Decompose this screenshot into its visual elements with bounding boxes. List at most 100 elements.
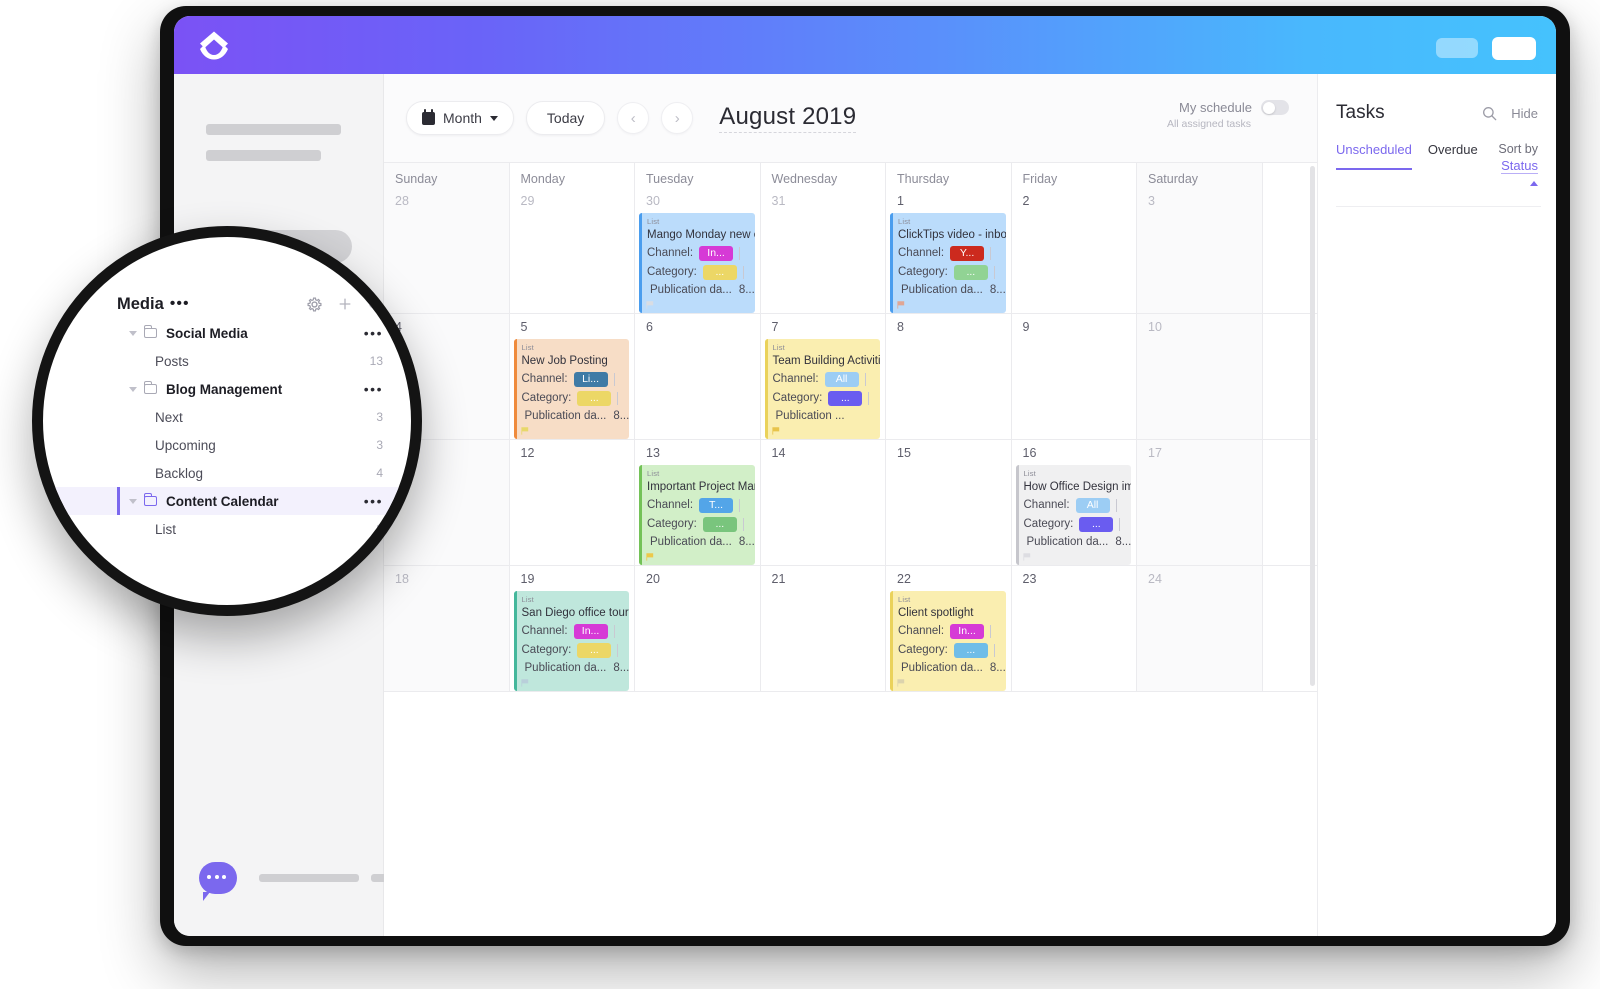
field-divider [993, 643, 995, 657]
sidebar-item-social-media[interactable]: Social Media ••• [43, 319, 411, 347]
sidebar-item-blog-management[interactable]: Blog Management ••• [43, 375, 411, 403]
sidebar-item-upcoming[interactable]: Upcoming 3 [43, 431, 411, 459]
chat-bubble-icon[interactable] [199, 862, 237, 901]
event-channel-chip[interactable]: In... [573, 623, 608, 639]
my-schedule-toggle[interactable] [1261, 100, 1289, 115]
calendar-day-cell[interactable]: 23 [1011, 566, 1137, 691]
sidebar-item-backlog[interactable]: Backlog 4 [43, 459, 411, 487]
event-category-chip[interactable]: ... [577, 642, 612, 658]
topbar-placeholder-button-1[interactable] [1436, 38, 1478, 58]
tab-overdue[interactable]: Overdue [1428, 142, 1478, 168]
gear-icon[interactable] [307, 297, 322, 312]
event-publication-row: Publication da... 8... [514, 407, 630, 425]
calendar-day-cell[interactable]: 17 [1137, 440, 1263, 565]
event-category-chip[interactable]: ... [953, 264, 988, 280]
plus-icon[interactable] [338, 297, 352, 311]
item-menu-icon[interactable]: ••• [364, 381, 383, 397]
event-category-chip[interactable]: ... [1079, 516, 1114, 532]
flag-icon[interactable] [520, 679, 529, 687]
calendar-day-cell[interactable]: 10 [1137, 314, 1263, 439]
event-color-bar [639, 465, 642, 565]
calendar-day-cell[interactable]: 16 List How Office Design imp Channel: All Ca… [1011, 440, 1137, 565]
calendar-scrollbar[interactable] [1310, 166, 1315, 686]
calendar-day-cell[interactable]: 2 [1011, 188, 1137, 313]
space-menu-icon[interactable]: ••• [170, 295, 190, 313]
flag-icon[interactable] [897, 679, 905, 687]
calendar-day-cell[interactable]: 20 [635, 566, 761, 691]
chat-dots [207, 875, 226, 879]
event-channel-chip[interactable]: In... [699, 245, 734, 261]
event-publication-value: 8... [613, 662, 629, 674]
tab-unscheduled[interactable]: Unscheduled [1336, 142, 1412, 170]
flag-icon[interactable] [771, 427, 780, 435]
calendar-dow-header: Monday [509, 163, 635, 188]
item-menu-icon[interactable]: ••• [364, 325, 383, 341]
calendar-event-card[interactable]: List Client spotlight Channel: In... Categor… [890, 591, 1006, 691]
calendar-day-cell[interactable]: 30 List Mango Monday new er Channel: In... Ca… [635, 188, 761, 313]
calendar-day-cell[interactable]: 22 List Client spotlight Channel: In... Categ… [886, 566, 1012, 691]
prev-period-button[interactable]: ‹ [617, 102, 650, 134]
chevron-down-icon [489, 115, 498, 121]
day-number: 6 [646, 320, 653, 334]
calendar-day-cell[interactable]: 14 [760, 440, 886, 565]
sort-by-value: Status [1501, 158, 1538, 174]
event-category-chip[interactable]: ... [953, 642, 988, 658]
sidebar-footer-skeleton-1 [259, 874, 359, 882]
next-period-button[interactable]: › [661, 102, 694, 134]
clickup-logo-icon[interactable] [198, 30, 230, 60]
flag-icon[interactable] [897, 301, 905, 309]
calendar-day-cell[interactable]: 29 [509, 188, 635, 313]
flag-icon[interactable] [646, 553, 654, 561]
search-icon[interactable] [368, 297, 383, 312]
chevron-down-icon[interactable] [129, 498, 137, 504]
flag-icon[interactable] [646, 301, 654, 309]
event-category-chip[interactable]: ... [577, 390, 612, 406]
calendar-event-card[interactable]: ListImportant Project ManaChannel:T...Ca… [639, 465, 755, 565]
calendar-day-cell[interactable]: 21 [760, 566, 886, 691]
search-icon[interactable] [1482, 106, 1497, 121]
calendar-day-cell[interactable]: 9 [1011, 314, 1137, 439]
calendar-day-cell[interactable]: 1 List ClickTips video - inbox Channel: Y...… [886, 188, 1012, 313]
calendar-event-card[interactable]: List Team Building Activitie Channel: All Ca… [764, 339, 880, 439]
event-channel-chip[interactable]: All [824, 371, 859, 387]
calendar-event-card[interactable]: List ClickTips video - inbox Channel: Y... C… [890, 213, 1006, 313]
calendar-day-cell[interactable]: 3 [1137, 188, 1263, 313]
event-channel-chip[interactable]: T... [699, 497, 734, 513]
flag-icon[interactable] [520, 427, 529, 435]
event-channel-chip[interactable]: Y... [950, 245, 985, 261]
event-channel-chip[interactable]: Li... [573, 371, 608, 387]
topbar-placeholder-button-2[interactable] [1492, 37, 1536, 60]
flag-icon[interactable] [1022, 553, 1031, 561]
calendar-day-cell[interactable]: 15 [886, 440, 1012, 565]
today-button[interactable]: Today [525, 101, 606, 135]
event-category: Category:... [639, 515, 755, 533]
sidebar-item-content-calendar[interactable]: Content Calendar ••• [43, 487, 411, 515]
chevron-down-icon[interactable] [129, 330, 137, 336]
calendar-day-cell[interactable]: 6 [635, 314, 761, 439]
event-category-chip[interactable]: ... [702, 516, 737, 532]
item-menu-icon[interactable]: ••• [364, 493, 383, 509]
chevron-down-icon[interactable] [129, 386, 137, 392]
event-channel-chip[interactable]: All [1075, 497, 1110, 513]
calendar-day-cell[interactable]: 5 List New Job Posting Channel: Li... Categor… [509, 314, 635, 439]
sidebar-item-next[interactable]: Next 3 [43, 403, 411, 431]
calendar-day-cell[interactable]: 13 List Important Project Mana Channel: T...… [635, 440, 761, 565]
hide-tasks-button[interactable]: Hide [1511, 106, 1538, 121]
view-mode-dropdown[interactable]: Month [406, 101, 514, 135]
calendar-event-card[interactable]: List Mango Monday new er Channel: In... Cate… [639, 213, 755, 313]
sidebar-item-list[interactable]: List 8 [43, 515, 411, 543]
sort-by-value-wrap[interactable]: Status [1494, 156, 1538, 193]
calendar-event-card[interactable]: List San Diego office tour Channel: In... Ca… [513, 591, 629, 691]
calendar-event-card[interactable]: List How Office Design imp Channel: All Cate… [1015, 465, 1131, 565]
calendar-day-cell[interactable]: 31 [760, 188, 886, 313]
calendar-day-cell[interactable]: 8 [886, 314, 1012, 439]
event-channel-chip[interactable]: In... [950, 623, 985, 639]
calendar-day-cell[interactable]: 24 [1137, 566, 1263, 691]
event-category-chip[interactable]: ... [828, 390, 863, 406]
calendar-day-cell[interactable]: 7 List Team Building Activitie Channel: All C… [760, 314, 886, 439]
calendar-event-card[interactable]: List New Job Posting Channel: Li... Category… [513, 339, 630, 439]
calendar-day-cell[interactable]: 19 List San Diego office tour Channel: In...… [509, 566, 635, 691]
event-category-chip[interactable]: ... [702, 264, 737, 280]
sidebar-item-posts[interactable]: Posts 13 [43, 347, 411, 375]
calendar-day-cell[interactable]: 12 [509, 440, 635, 565]
